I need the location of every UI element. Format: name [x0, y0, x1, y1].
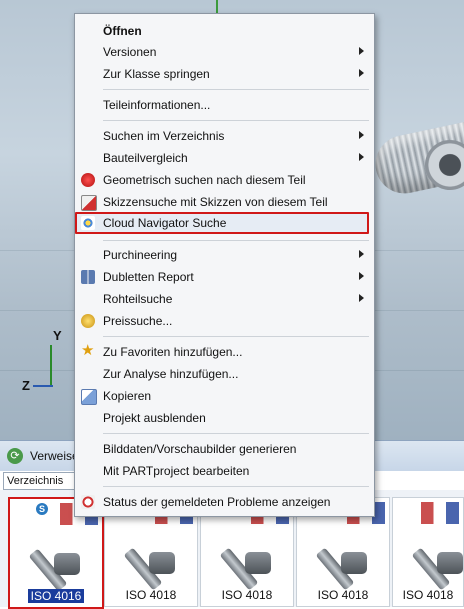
menu-separator [103, 89, 369, 90]
menu-item-add-analysis[interactable]: Zur Analyse hinzufügen... [75, 363, 374, 385]
menu-item-cloud-navigator[interactable]: Cloud Navigator Suche [75, 212, 374, 234]
menu-item-copy[interactable]: Kopieren [75, 385, 374, 407]
submenu-arrow-icon [359, 250, 364, 258]
menu-item-sketch-search[interactable]: Skizzensuche mit Skizzen von diesem Teil [75, 191, 374, 213]
menu-separator [103, 486, 369, 487]
menu-item-duplicates-report[interactable]: Dubletten Report [75, 266, 374, 288]
menu-item-raw-part-search[interactable]: Rohteilsuche [75, 288, 374, 310]
z-axis-label: Z [22, 378, 30, 393]
y-axis [50, 345, 52, 385]
menu-item-part-compare[interactable]: Bauteilvergleich [75, 147, 374, 169]
submenu-arrow-icon [359, 47, 364, 55]
menu-item-search-directory[interactable]: Suchen im Verzeichnis [75, 125, 374, 147]
bolt-thumbnail-image [311, 520, 369, 591]
directory-dropdown[interactable]: Verzeichnis [3, 472, 78, 490]
menu-separator [103, 120, 369, 121]
thumbnail-label: ISO 4018 [125, 588, 177, 602]
problem-status-icon [81, 495, 95, 509]
axis-marker [216, 0, 218, 14]
panel-title: Verweise [30, 449, 79, 463]
duplicates-icon [81, 270, 95, 284]
menu-item-price-search[interactable]: Preissuche... [75, 310, 374, 332]
submenu-arrow-icon [359, 69, 364, 77]
standard-icon: S [36, 503, 48, 515]
menu-item-goto-class[interactable]: Zur Klasse springen [75, 63, 374, 85]
thumbnail-label: ISO 4016 [10, 589, 102, 603]
copy-icon [81, 389, 97, 405]
menu-item-part-info[interactable]: Teileinformationen... [75, 94, 374, 116]
thumbnail-item[interactable]: ISO 4018 [392, 497, 464, 607]
refresh-icon[interactable]: ⟳ [7, 448, 23, 464]
menu-separator [103, 336, 369, 337]
menu-item-partproject-edit[interactable]: Mit PARTproject bearbeiten [75, 460, 374, 482]
menu-item-purchineering[interactable]: Purchineering [75, 244, 374, 266]
z-axis [33, 385, 53, 387]
sketch-search-icon [81, 195, 97, 211]
bolt-thumbnail-image [24, 521, 82, 592]
submenu-arrow-icon [359, 131, 364, 139]
thumbnail-label: ISO 4018 [402, 588, 454, 602]
submenu-arrow-icon [359, 294, 364, 302]
y-axis-label: Y [53, 328, 62, 343]
menu-item-versions[interactable]: Versionen [75, 41, 374, 63]
menu-item-generate-previews[interactable]: Bilddaten/Vorschaubilder generieren [75, 438, 374, 460]
menu-item-open[interactable]: Öffnen [75, 20, 374, 42]
coins-icon [81, 314, 95, 328]
submenu-arrow-icon [359, 272, 364, 280]
menu-separator [103, 240, 369, 241]
context-menu: Öffnen Versionen Zur Klasse springen Tei… [74, 13, 375, 517]
menu-item-geometric-search[interactable]: Geometrisch suchen nach diesem Teil [75, 169, 374, 191]
menu-item-add-favorites[interactable]: ★ Zu Favoriten hinzufügen... [75, 341, 374, 363]
menu-item-hide-project[interactable]: Projekt ausblenden [75, 407, 374, 429]
cloud-navigator-icon [81, 216, 95, 230]
bolt-thumbnail-image [407, 520, 464, 591]
geometric-search-icon [81, 173, 95, 187]
submenu-arrow-icon [359, 153, 364, 161]
bolt-thumbnail-image [119, 520, 177, 591]
bolt-thumbnail-image [215, 520, 273, 591]
thumbnail-label: ISO 4018 [317, 588, 369, 602]
menu-item-problem-status[interactable]: Status der gemeldeten Probleme anzeigen [75, 491, 374, 513]
thumbnail-label: ISO 4018 [221, 588, 273, 602]
menu-separator [103, 433, 369, 434]
star-icon: ★ [81, 342, 95, 359]
